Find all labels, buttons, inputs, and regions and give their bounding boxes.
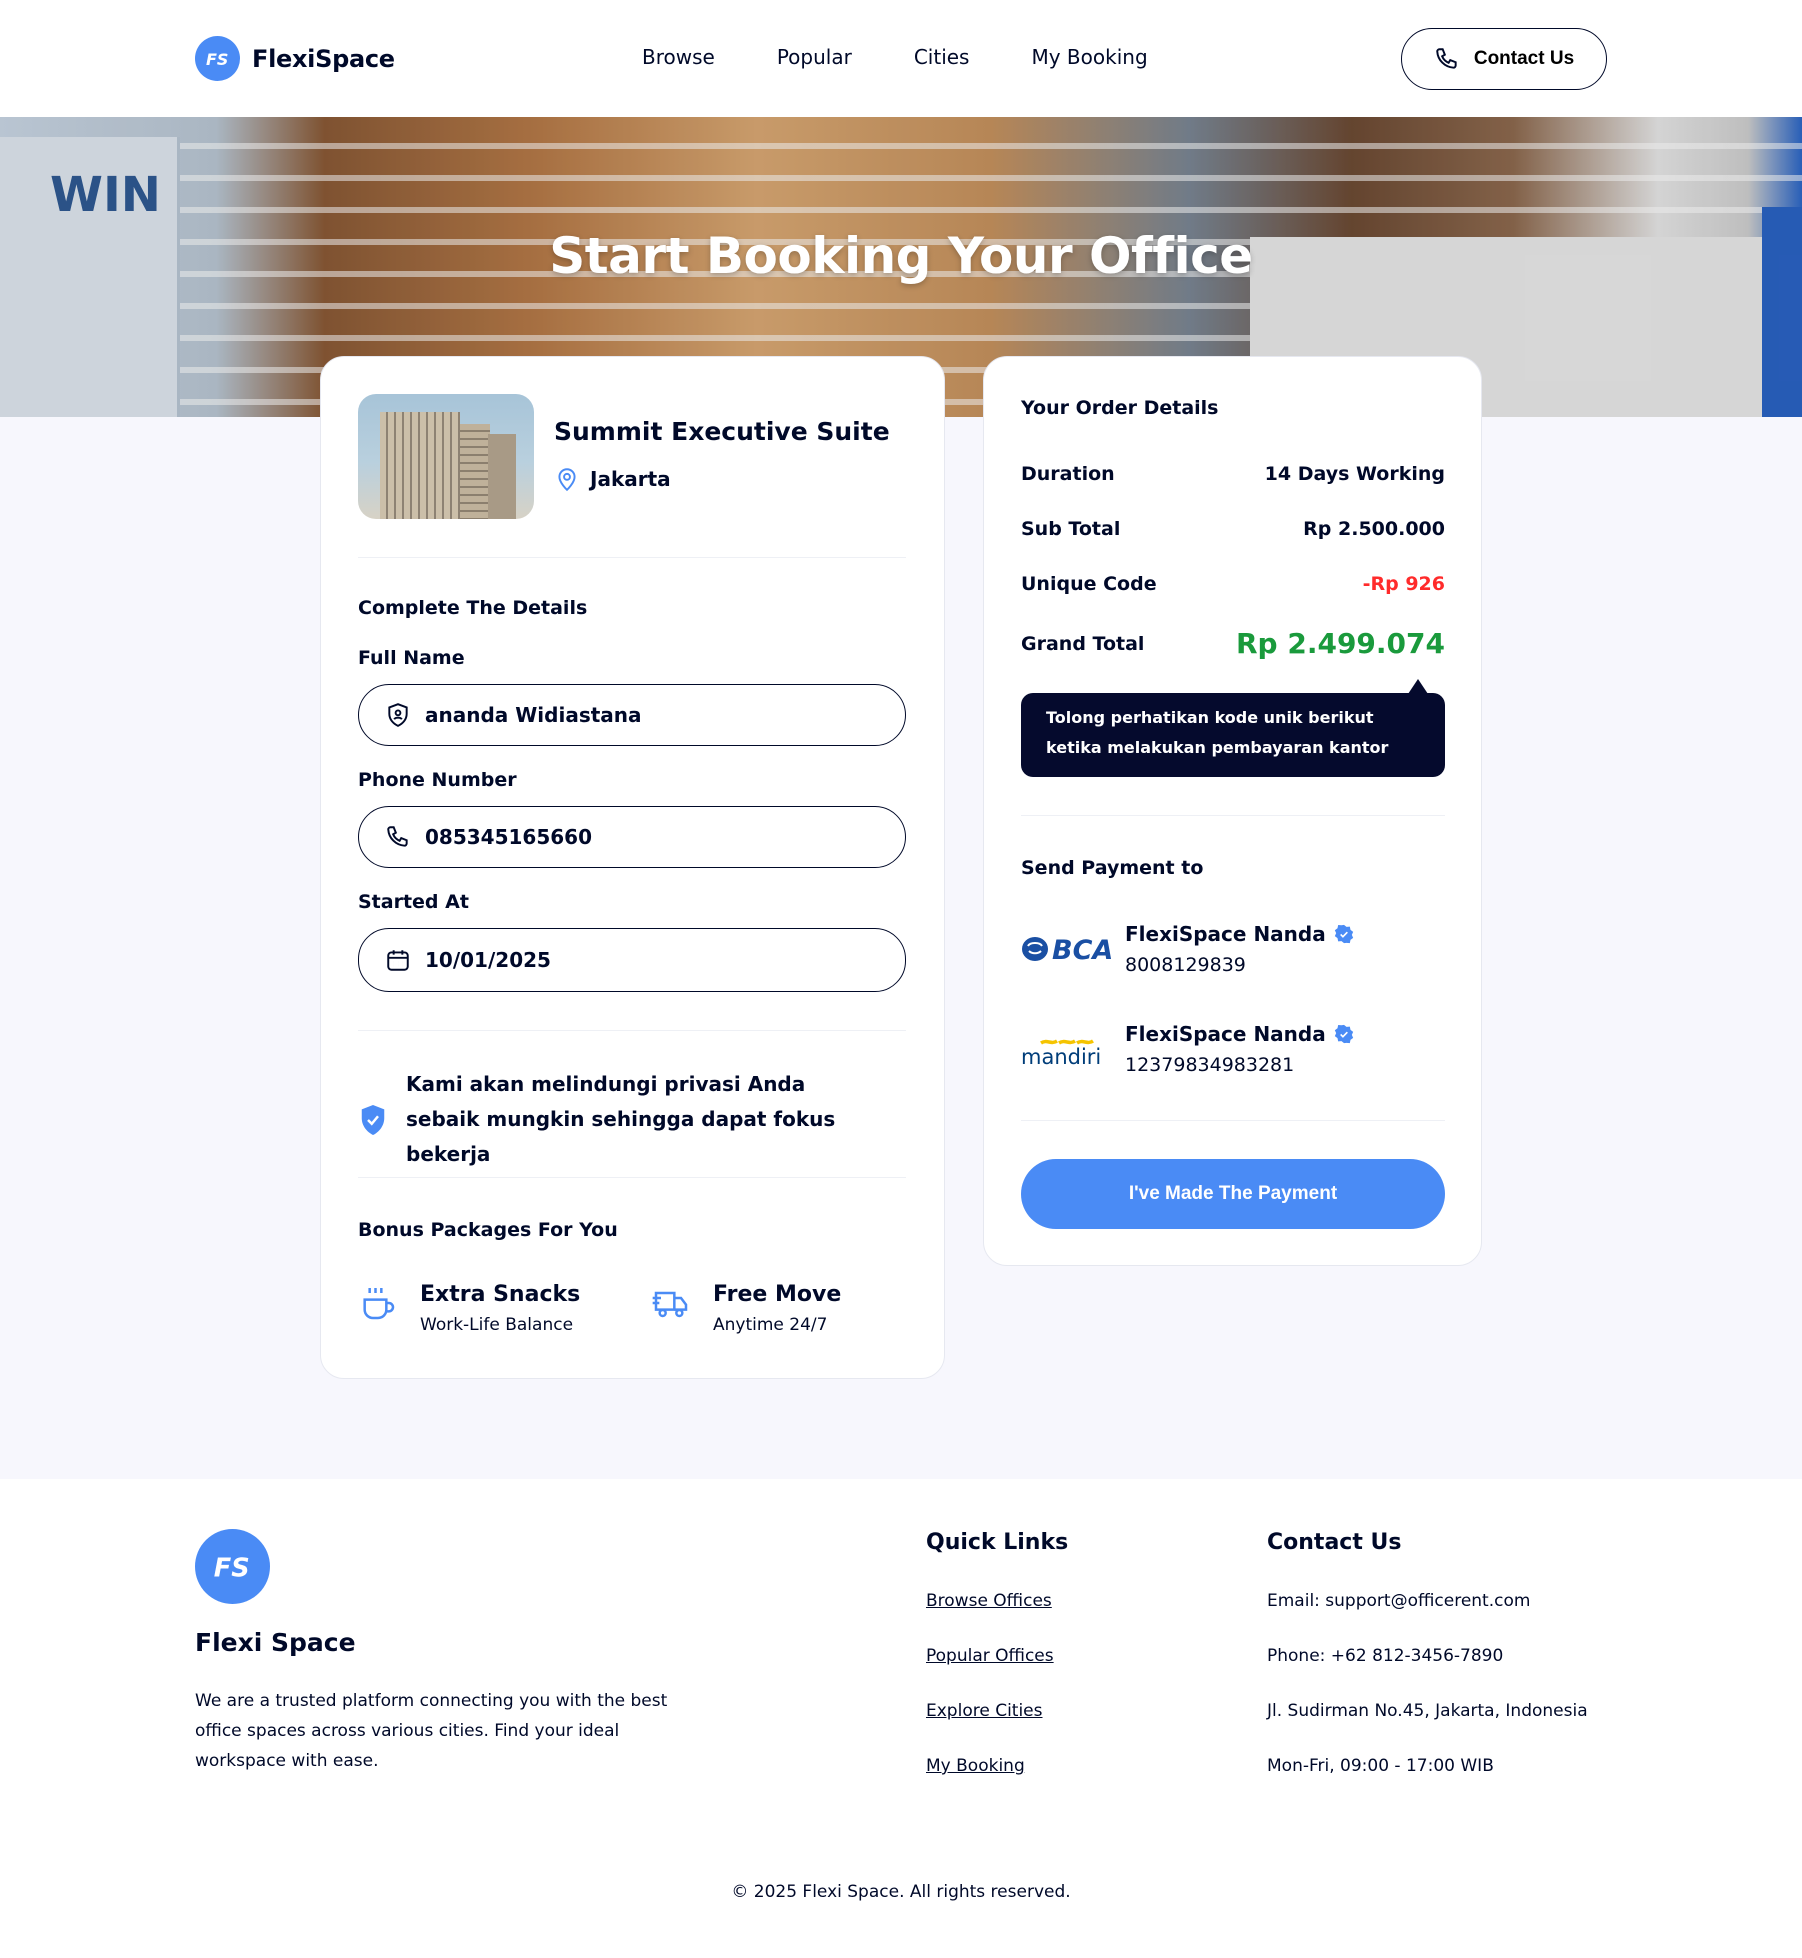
svg-text:FS: FS [213, 1553, 249, 1582]
details-section-title: Complete The Details [358, 597, 588, 619]
bank-account-bca: BCA FlexiSpace Nanda 8008129839 [1021, 922, 1354, 976]
bonus-subtitle: Work-Life Balance [420, 1315, 574, 1335]
made-payment-button[interactable]: I've Made The Payment [1021, 1159, 1445, 1229]
footer-link-browse-offices[interactable]: Browse Offices [926, 1591, 1052, 1611]
divider [1021, 815, 1445, 816]
hero-title: Start Booking Your Office [549, 227, 1253, 285]
mandiri-logo: mandiri [1021, 1024, 1111, 1074]
phone-number-value: 085345165660 [425, 825, 592, 849]
subtotal-value: Rp 2.500.000 [1303, 518, 1445, 540]
divider [358, 1030, 906, 1031]
nav-popular[interactable]: Popular [777, 45, 852, 69]
started-at-field[interactable]: 10/01/2025 [358, 928, 906, 992]
calendar-icon [387, 950, 409, 971]
verified-badge-icon [1334, 924, 1353, 944]
divider [358, 557, 906, 558]
duration-row: Duration 14 Days Working [1021, 463, 1445, 485]
bca-logo: BCA [1021, 924, 1111, 974]
order-details-card: Your Order Details Duration 14 Days Work… [983, 356, 1482, 1266]
contact-phone: Phone: +62 812-3456-7890 [1267, 1646, 1504, 1666]
svg-text:BCA: BCA [1052, 935, 1111, 966]
unique-code-tooltip: Tolong perhatikan kode unik berikut keti… [1021, 679, 1445, 777]
started-at-label: Started At [358, 891, 469, 913]
subtotal-row: Sub Total Rp 2.500.000 [1021, 518, 1445, 540]
footer-link-my-booking[interactable]: My Booking [926, 1756, 1025, 1776]
copyright: © 2025 Flexi Space. All rights reserved. [731, 1882, 1071, 1902]
contact-address: Jl. Sudirman No.45, Jakarta, Indonesia [1267, 1701, 1588, 1721]
full-name-value: ananda Widiastana [425, 703, 642, 727]
privacy-note: Kami akan melindungi privasi Anda sebaik… [358, 1067, 876, 1172]
shield-check-icon [361, 1104, 385, 1135]
unique-code-value: -Rp 926 [1362, 573, 1445, 595]
grand-total-row: Grand Total Rp 2.499.074 [1021, 627, 1445, 660]
main-nav: Browse Popular Cities My Booking [642, 45, 1148, 69]
verified-badge-icon [1334, 1024, 1353, 1044]
bank-account-number: 12379834983281 [1125, 1054, 1295, 1076]
footer-logo-icon: FS [195, 1529, 270, 1604]
footer-link-explore-cities[interactable]: Explore Cities [926, 1701, 1043, 1721]
user-shield-icon [388, 703, 408, 727]
svg-text:mandiri: mandiri [1021, 1045, 1101, 1069]
office-location: Jakarta [554, 465, 671, 493]
coffee-cup-icon [363, 1288, 395, 1320]
send-payment-title: Send Payment to [1021, 857, 1204, 879]
bonus-title: Extra Snacks [420, 1282, 581, 1307]
footer-link-popular-offices[interactable]: Popular Offices [926, 1646, 1054, 1666]
duration-value: 14 Days Working [1264, 463, 1445, 485]
booking-form-card: Summit Executive Suite Jakarta Complete … [320, 356, 945, 1379]
footer-brand: Flexi Space [195, 1628, 356, 1657]
contact-email: Email: support@officerent.com [1267, 1591, 1531, 1611]
location-pin-icon [558, 468, 576, 492]
bank-holder-name: FlexiSpace Nanda [1125, 922, 1354, 946]
phone-icon [1436, 48, 1457, 69]
nav-browse[interactable]: Browse [642, 45, 715, 69]
bank-account-mandiri: mandiri FlexiSpace Nanda 12379834983281 [1021, 1022, 1354, 1076]
bonus-item: Extra Snacks Work-Life Balance [358, 1282, 580, 1335]
duration-label: Duration [1021, 463, 1115, 485]
bank-account-number: 8008129839 [1125, 954, 1246, 976]
bonus-title: Free Move [713, 1282, 842, 1307]
divider [1021, 1120, 1445, 1121]
footer-description: We are a trusted platform connecting you… [195, 1691, 668, 1771]
office-thumbnail [358, 394, 534, 519]
unique-code-label: Unique Code [1021, 573, 1157, 595]
site-header: FS FlexiSpace Browse Popular Cities My B… [0, 0, 1802, 117]
nav-cities[interactable]: Cities [914, 45, 970, 69]
bank-holder-label: FlexiSpace Nanda [1125, 1022, 1326, 1046]
contact-us-button[interactable]: Contact Us [1401, 28, 1607, 90]
contact-hours: Mon-Fri, 09:00 - 17:00 WIB [1267, 1756, 1494, 1776]
unique-code-row: Unique Code -Rp 926 [1021, 573, 1445, 595]
divider [358, 1177, 906, 1178]
started-at-value: 10/01/2025 [425, 948, 551, 972]
brand-logo[interactable]: FS FlexiSpace [195, 36, 395, 81]
truck-icon [652, 1291, 688, 1318]
phone-label: Phone Number [358, 769, 517, 791]
subtotal-label: Sub Total [1021, 518, 1121, 540]
brand-name: FlexiSpace [252, 44, 395, 73]
privacy-text: Kami akan melindungi privasi Anda sebaik… [406, 1072, 836, 1166]
svg-text:FS: FS [206, 50, 228, 69]
grand-total-value: Rp 2.499.074 [1235, 627, 1445, 660]
bonus-subtitle: Anytime 24/7 [713, 1315, 828, 1335]
bonus-section-title: Bonus Packages For You [358, 1219, 618, 1241]
grand-total-label: Grand Total [1021, 632, 1145, 655]
phone-icon [387, 826, 408, 847]
contact-us-title: Contact Us [1267, 1530, 1402, 1555]
quick-links-title: Quick Links [926, 1530, 1069, 1555]
bank-holder-name: FlexiSpace Nanda [1125, 1022, 1354, 1046]
full-name-field[interactable]: ananda Widiastana [358, 684, 906, 746]
logo-icon: FS [195, 36, 240, 81]
phone-number-field[interactable]: 085345165660 [358, 806, 906, 868]
nav-my-booking[interactable]: My Booking [1031, 45, 1147, 69]
order-details-title: Your Order Details [1021, 397, 1219, 419]
office-city: Jakarta [590, 467, 671, 491]
office-name: Summit Executive Suite [554, 417, 890, 446]
contact-us-label: Contact Us [1473, 48, 1575, 69]
bonus-item: Free Move Anytime 24/7 [651, 1282, 841, 1335]
bank-holder-label: FlexiSpace Nanda [1125, 922, 1326, 946]
full-name-label: Full Name [358, 647, 465, 669]
